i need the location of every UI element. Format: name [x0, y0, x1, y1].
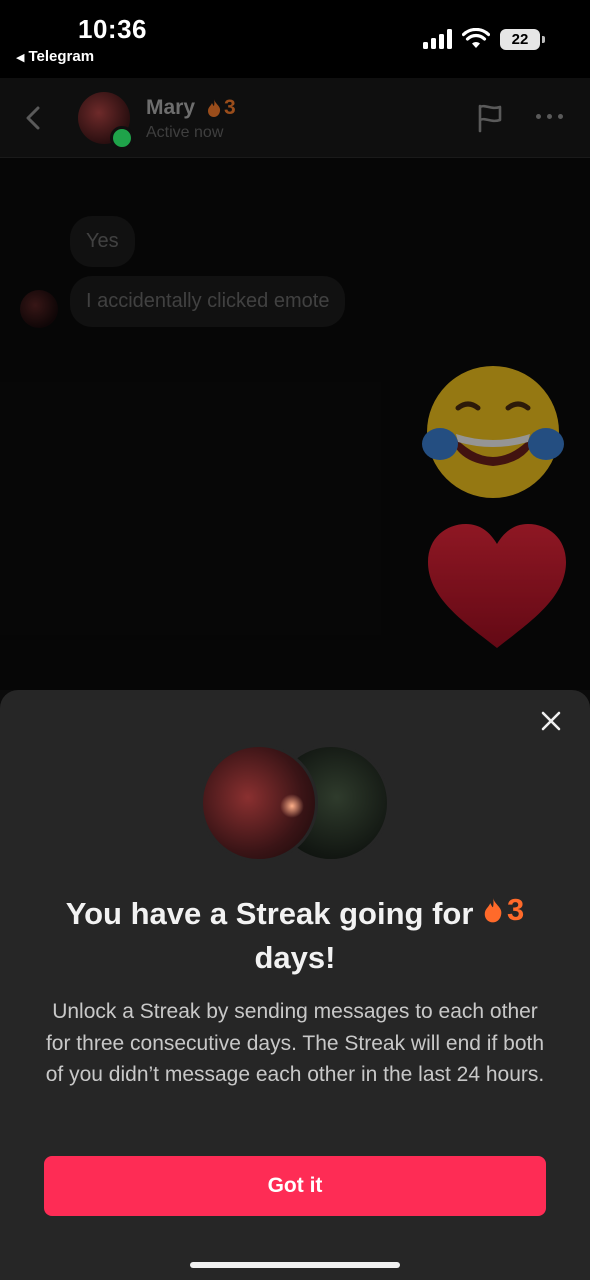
streak-avatars — [200, 744, 390, 862]
close-icon[interactable] — [538, 708, 564, 734]
avatar-glow — [280, 794, 304, 818]
streak-bottom-sheet: You have a Streak going for 3 days! Unlo… — [0, 690, 590, 1280]
status-time: 10:36 — [78, 14, 147, 44]
status-icons: 22 — [423, 28, 545, 50]
chat-header: Mary 3 Active now — [0, 78, 590, 158]
flag-icon[interactable] — [474, 102, 506, 134]
wifi-icon — [462, 28, 490, 48]
title-streak-count: 3 — [507, 892, 525, 927]
back-triangle-icon: ◀ — [16, 52, 25, 64]
battery-level: 22 — [511, 30, 529, 48]
chat-area: Yes I accidentally clicked emote — [0, 90, 590, 690]
title-streak-badge: 3 — [482, 888, 524, 932]
contact-status: Active now — [146, 124, 224, 141]
more-icon[interactable] — [536, 114, 563, 119]
battery-indicator: 22 — [500, 28, 545, 50]
title-text-after: days! — [254, 940, 336, 975]
dim-overlay — [0, 158, 590, 690]
flame-icon — [208, 99, 221, 117]
flame-icon — [484, 897, 502, 923]
header-streak-count: 3 — [224, 96, 236, 119]
signal-icon — [423, 29, 452, 49]
header-streak-badge: 3 — [206, 96, 236, 120]
got-it-button[interactable]: Got it — [44, 1156, 546, 1216]
screen: 10:36 ◀ Telegram 22 Mary 3 Active now Ye… — [0, 0, 590, 1280]
back-app-label: Telegram — [28, 48, 95, 65]
contact-name[interactable]: Mary — [146, 96, 195, 120]
title-text-before: You have a Streak going for — [65, 896, 474, 931]
home-indicator[interactable] — [190, 1262, 400, 1268]
back-to-app-link[interactable]: ◀ Telegram — [16, 48, 94, 65]
sheet-description: Unlock a Streak by sending messages to e… — [45, 1000, 545, 1086]
online-indicator — [110, 126, 134, 150]
back-chevron-icon[interactable] — [18, 100, 48, 136]
sheet-title: You have a Streak going for 3 days! — [30, 888, 560, 980]
status-bar: 10:36 ◀ Telegram 22 — [0, 0, 590, 78]
